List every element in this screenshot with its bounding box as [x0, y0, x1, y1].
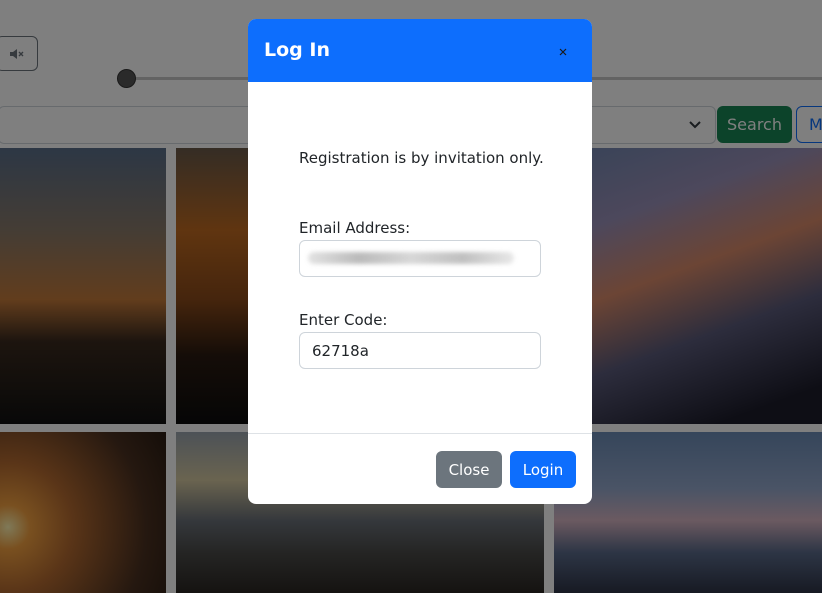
- code-field[interactable]: [299, 332, 541, 369]
- login-button[interactable]: Login: [510, 451, 576, 488]
- redacted-email-text: [308, 252, 514, 264]
- invitation-notice: Registration is by invitation only.: [299, 149, 544, 167]
- close-x-button[interactable]: [551, 42, 575, 62]
- modal-title: Log In: [264, 39, 330, 61]
- modal-body: Registration is by invitation only. Emai…: [248, 82, 592, 433]
- email-label: Email Address:: [299, 219, 411, 237]
- close-icon: [559, 48, 567, 56]
- close-button[interactable]: Close: [436, 451, 502, 488]
- modal-footer: Close Login: [248, 433, 592, 504]
- code-label: Enter Code:: [299, 311, 388, 329]
- login-modal: Log In Registration is by invitation onl…: [248, 19, 592, 504]
- modal-header: Log In: [248, 19, 592, 82]
